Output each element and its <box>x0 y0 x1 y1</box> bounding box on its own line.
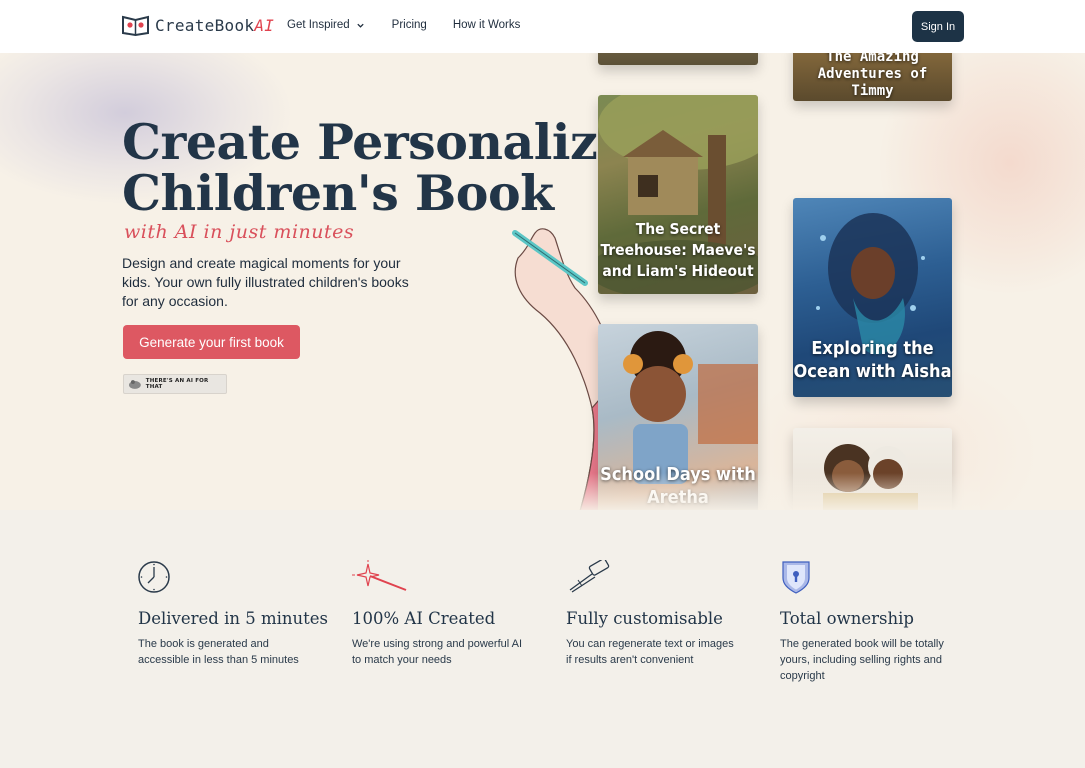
feature-title: Total ownership <box>780 609 914 628</box>
feature-text: The book is generated and accessible in … <box>138 638 299 666</box>
features-section: Delivered in 5 minutes The book is gener… <box>0 510 1085 768</box>
theres-an-ai-for-that-badge[interactable]: THERE'S AN AI FOR THAT <box>123 374 227 394</box>
magic-wand-icon <box>352 560 407 591</box>
feature-ai-created: 100% AI Created We're using strong and p… <box>352 560 527 668</box>
book-title: The Amazing Adventures of Timmy <box>817 53 928 99</box>
book-title: The Secret Treehouse: Maeve's and Liam's… <box>600 220 756 280</box>
feature-ownership: Total ownership The generated book will … <box>780 560 955 684</box>
book-cover-timmy[interactable]: The Amazing Adventures of Timmy <box>793 53 952 101</box>
nav-get-inspired-label: Get Inspired <box>287 19 350 31</box>
feature-title: Fully customisable <box>566 609 723 628</box>
nav-pricing[interactable]: Pricing <box>392 19 427 31</box>
feature-title: Delivered in 5 minutes <box>138 609 329 628</box>
feature-customisable: Fully customisable You can regenerate te… <box>566 560 741 668</box>
site-header: CreateBookAI Get Inspired Pricing How it… <box>0 0 1085 53</box>
hero-fade <box>560 473 980 510</box>
main-nav: Get Inspired Pricing How it Works <box>287 19 520 31</box>
feature-text: You can regenerate text or images if res… <box>566 638 734 666</box>
nav-how-it-works[interactable]: How it Works <box>453 19 521 31</box>
book-cover[interactable] <box>598 53 758 65</box>
hero-section: Create Personalized Children's Book with… <box>0 53 1085 510</box>
nav-pricing-label: Pricing <box>391 19 427 31</box>
book-cover-treehouse[interactable]: The Secret Treehouse: Maeve's and Liam's… <box>598 95 758 294</box>
logo-text: CreateBookAI <box>155 15 275 35</box>
hero-description: Design and create magical moments for yo… <box>122 255 409 309</box>
badge-logo-icon <box>128 380 141 389</box>
nav-get-inspired[interactable]: Get Inspired <box>287 19 365 31</box>
shield-lock-icon <box>782 561 810 594</box>
logo[interactable]: CreateBookAI <box>122 14 274 36</box>
book-cover-ocean[interactable]: Exploring the Ocean with Aisha <box>793 198 952 397</box>
clock-icon <box>138 561 170 593</box>
open-book-logo-icon <box>122 15 149 36</box>
nav-how-it-works-label: How it Works <box>452 19 521 31</box>
hero-subtitle: with AI in just minutes <box>124 221 355 243</box>
hero-title-line1: Create Personalized <box>122 113 662 171</box>
hero-title-line2: Children's Book <box>122 164 554 222</box>
chevron-down-icon <box>357 23 364 28</box>
generate-book-button[interactable]: Generate your first book <box>123 325 300 359</box>
hero-title: Create Personalized Children's Book <box>122 117 662 219</box>
sign-in-button[interactable]: Sign In <box>912 11 964 42</box>
feature-text: The generated book will be totally yours… <box>780 638 944 682</box>
brush-icon <box>569 560 610 593</box>
feature-text: We're using strong and powerful AI to ma… <box>352 638 523 666</box>
feature-delivered: Delivered in 5 minutes The book is gener… <box>138 560 329 668</box>
feature-title: 100% AI Created <box>352 609 496 628</box>
badge-text: THERE'S AN AI FOR THAT <box>145 378 209 390</box>
book-title: Exploring the Ocean with Aisha <box>793 338 952 382</box>
